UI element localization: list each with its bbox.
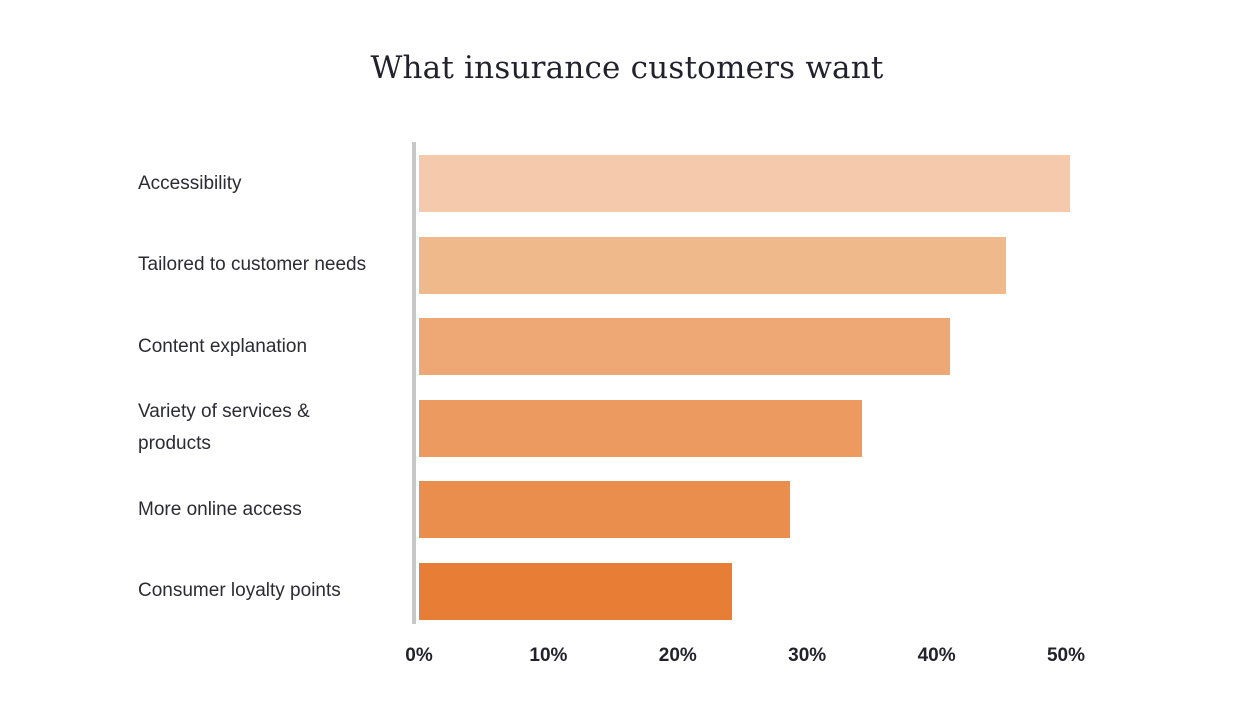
bar-chart: What insurance customers want Accessibil… <box>0 0 1254 724</box>
bar[interactable] <box>419 318 950 375</box>
x-tick-label: 20% <box>658 645 697 666</box>
x-tick-label: 0% <box>405 645 433 666</box>
chart-title: What insurance customers want <box>370 50 884 86</box>
category-label: More online access <box>138 498 302 520</box>
bar-rows: Accessibility Tailored to customer needs C… <box>0 142 1254 624</box>
bar[interactable] <box>419 236 1007 294</box>
bar-row: Variety of services & products <box>0 399 1254 457</box>
bar-row: Content explanation <box>0 318 1254 375</box>
category-label: Variety of services & products <box>138 401 310 454</box>
bar[interactable] <box>419 481 791 538</box>
bar-row: Accessibility <box>0 155 1254 212</box>
category-label: Consumer loyalty points <box>138 580 341 601</box>
bar-row: Consumer loyalty points <box>0 562 1254 620</box>
x-axis-tick-labels: 0% 10% 20% 30% 40% 50% <box>0 645 1254 675</box>
x-tick-label: 30% <box>788 645 827 666</box>
x-tick-label: 40% <box>917 645 956 666</box>
bar-row: Tailored to customer needs <box>0 236 1254 294</box>
bar[interactable] <box>419 562 733 620</box>
bar[interactable] <box>419 399 862 457</box>
x-tick-label: 10% <box>529 645 568 666</box>
x-tick-label: 50% <box>1046 645 1086 666</box>
bar[interactable] <box>419 155 1070 212</box>
category-label: Accessibility <box>138 172 242 194</box>
category-label: Tailored to customer needs <box>138 254 367 275</box>
bar-row: More online access <box>0 481 1254 538</box>
plot-area: Accessibility Tailored to customer needs C… <box>0 142 1254 624</box>
category-label: Content explanation <box>138 335 308 357</box>
